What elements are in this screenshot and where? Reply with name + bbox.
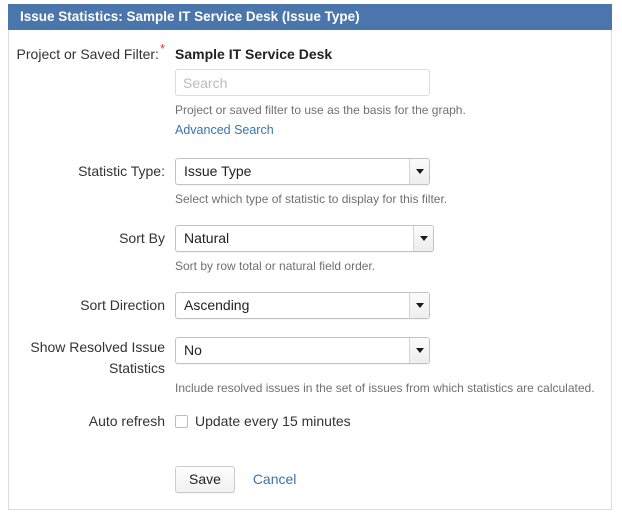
search-input[interactable]	[175, 69, 430, 96]
field-project-filter: Sample IT Service Desk Project or saved …	[165, 46, 611, 138]
sort-direction-select[interactable]: Ascending	[175, 292, 430, 319]
label-sort-by: Sort By	[119, 230, 165, 246]
label-auto-refresh: Auto refresh	[88, 413, 165, 429]
field-row-statistic-type: Statistic Type: Issue Type Select which …	[9, 158, 611, 207]
label-project-filter-text: Project or Saved Filter:	[16, 46, 159, 62]
auto-refresh-checkbox[interactable]	[175, 415, 188, 428]
cancel-button[interactable]: Cancel	[253, 466, 297, 493]
form-actions: Save Cancel	[165, 466, 611, 493]
field-show-resolved: No Include resolved issues in the set of…	[165, 337, 611, 396]
project-filter-description: Project or saved filter to use as the ba…	[175, 103, 466, 117]
panel-title-bar: Issue Statistics: Sample IT Service Desk…	[8, 4, 612, 30]
field-row-project-filter: Project or Saved Filter:* Sample IT Serv…	[9, 42, 611, 138]
field-row-auto-refresh: Auto refresh Update every 15 minutes	[9, 413, 611, 430]
field-sort-direction: Ascending	[165, 292, 611, 319]
show-resolved-description: Include resolved issues in the set of is…	[175, 381, 595, 395]
field-row-show-resolved: Show Resolved Issue Statistics No Includ…	[9, 337, 611, 396]
label-show-resolved-text: Show Resolved Issue Statistics	[30, 339, 165, 376]
auto-refresh-checkbox-label: Update every 15 minutes	[195, 413, 351, 429]
label-show-resolved: Show Resolved Issue Statistics	[9, 337, 165, 379]
sort-by-select[interactable]: Natural	[175, 225, 434, 252]
label-project-filter: Project or Saved Filter:*	[9, 42, 165, 63]
save-button[interactable]: Save	[175, 466, 235, 493]
label-statistic-type: Statistic Type:	[78, 163, 165, 179]
auto-refresh-checkbox-row[interactable]: Update every 15 minutes	[175, 413, 611, 430]
field-sort-by: Natural Sort by row total or natural fie…	[165, 225, 611, 274]
field-auto-refresh: Update every 15 minutes	[165, 413, 611, 430]
statistic-type-select-value: Issue Type	[175, 158, 430, 185]
required-asterisk-icon: *	[159, 41, 165, 57]
form-actions-row: Save Cancel	[9, 466, 611, 493]
page-title: Issue Statistics: Sample IT Service Desk…	[20, 9, 360, 24]
project-filter-value: Sample IT Service Desk	[175, 46, 333, 62]
sort-by-select-value: Natural	[175, 225, 434, 252]
show-resolved-select-value: No	[175, 337, 430, 364]
show-resolved-select[interactable]: No	[175, 337, 430, 364]
label-sort-direction: Sort Direction	[80, 297, 165, 313]
field-row-sort-direction: Sort Direction Ascending	[9, 292, 611, 319]
advanced-search-link[interactable]: Advanced Search	[175, 122, 274, 138]
field-statistic-type: Issue Type Select which type of statisti…	[165, 158, 611, 207]
configuration-form: Project or Saved Filter:* Sample IT Serv…	[9, 30, 611, 493]
statistic-type-select[interactable]: Issue Type	[175, 158, 430, 185]
sort-direction-select-value: Ascending	[175, 292, 430, 319]
sort-by-description: Sort by row total or natural field order…	[175, 259, 376, 273]
statistic-type-description: Select which type of statistic to displa…	[175, 192, 448, 206]
field-row-sort-by: Sort By Natural Sort by row total or nat…	[9, 225, 611, 274]
